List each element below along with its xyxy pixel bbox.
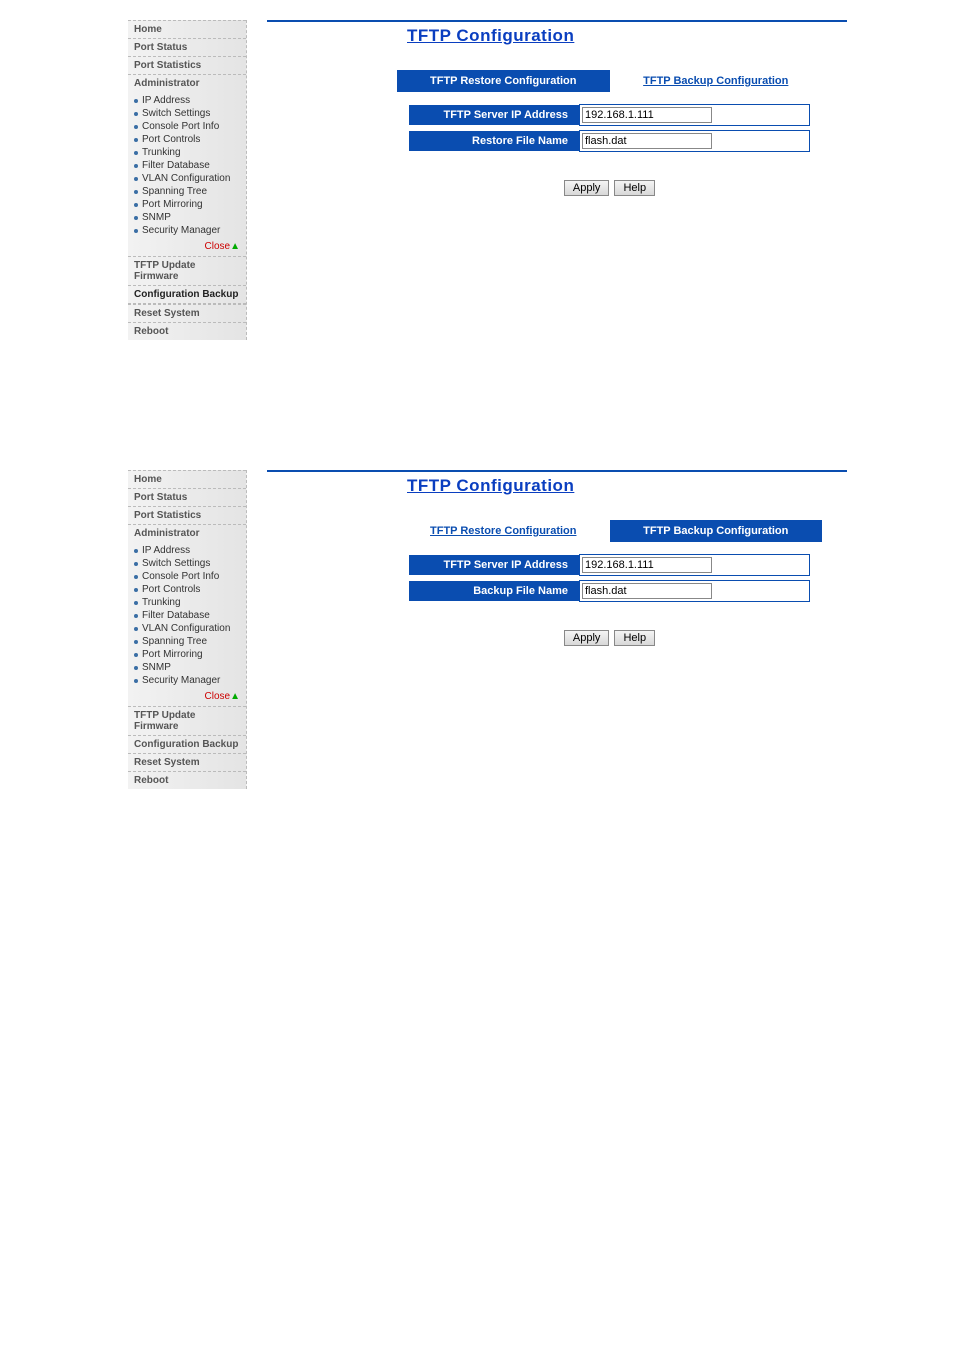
- content-scr1: TFTP Configuration TFTP Restore Configur…: [267, 470, 954, 646]
- nav-tftp-update-firmware[interactable]: TFTP Update Firmware: [128, 256, 246, 285]
- nav-switch-settings[interactable]: Switch Settings: [128, 107, 246, 120]
- nav-port-status[interactable]: Port Status: [128, 38, 246, 56]
- close-arrow-icon: ▲: [230, 691, 240, 702]
- help-button[interactable]: Help: [614, 180, 655, 196]
- tab-backup[interactable]: TFTP Backup Configuration: [610, 520, 823, 542]
- nav-reboot[interactable]: Reboot: [128, 322, 246, 340]
- label-tftp-server-ip: TFTP Server IP Address: [409, 555, 579, 575]
- help-button[interactable]: Help: [614, 630, 655, 646]
- sidebar: Home Port Status Port Statistics Adminis…: [128, 20, 247, 340]
- tab-backup[interactable]: TFTP Backup Configuration: [610, 70, 823, 92]
- top-rule: [267, 20, 847, 22]
- tabs-row: TFTP Restore Configuration TFTP Backup C…: [397, 70, 822, 92]
- apply-button[interactable]: Apply: [564, 630, 610, 646]
- input-restore-filename[interactable]: [582, 133, 712, 149]
- nav-spanning-tree[interactable]: Spanning Tree: [128, 185, 246, 198]
- top-rule: [267, 470, 847, 472]
- tabs-row: TFTP Restore Configuration TFTP Backup C…: [397, 520, 822, 542]
- tab-restore[interactable]: TFTP Restore Configuration: [397, 70, 610, 92]
- nav-snmp[interactable]: SNMP: [128, 211, 246, 224]
- close-arrow-icon: ▲: [230, 241, 240, 252]
- nav-filter-database[interactable]: Filter Database: [128, 609, 246, 622]
- nav-configuration-backup[interactable]: Configuration Backup: [128, 735, 246, 753]
- input-backup-filename[interactable]: [582, 583, 712, 599]
- nav-security-manager[interactable]: Security Manager: [128, 674, 246, 687]
- nav-snmp[interactable]: SNMP: [128, 661, 246, 674]
- nav-console-port-info[interactable]: Console Port Info: [128, 570, 246, 583]
- nav-port-controls[interactable]: Port Controls: [128, 133, 246, 146]
- nav-vlan-configuration[interactable]: VLAN Configuration: [128, 172, 246, 185]
- nav-ip-address[interactable]: IP Address: [128, 94, 246, 107]
- nav-vlan-configuration[interactable]: VLAN Configuration: [128, 622, 246, 635]
- nav-port-statistics[interactable]: Port Statistics: [128, 506, 246, 524]
- label-backup-filename: Backup File Name: [409, 581, 579, 601]
- input-tftp-server-ip[interactable]: [582, 107, 712, 123]
- nav-home[interactable]: Home: [128, 20, 246, 38]
- input-tftp-server-ip[interactable]: [582, 557, 712, 573]
- nav-tftp-update-firmware[interactable]: TFTP Update Firmware: [128, 706, 246, 735]
- nav-port-statistics[interactable]: Port Statistics: [128, 56, 246, 74]
- nav-reset-system[interactable]: Reset System: [128, 304, 246, 322]
- nav-console-port-info[interactable]: Console Port Info: [128, 120, 246, 133]
- nav-configuration-backup[interactable]: Configuration Backup: [128, 285, 246, 304]
- sidebar: Home Port Status Port Statistics Adminis…: [128, 470, 247, 789]
- nav-trunking[interactable]: Trunking: [128, 146, 246, 159]
- admin-submenu: IP Address Switch Settings Console Port …: [128, 542, 246, 689]
- label-tftp-server-ip: TFTP Server IP Address: [409, 105, 579, 125]
- nav-port-mirroring[interactable]: Port Mirroring: [128, 648, 246, 661]
- admin-submenu: IP Address Switch Settings Console Port …: [128, 92, 246, 239]
- page-title: TFTP Configuration: [407, 26, 954, 46]
- nav-ip-address[interactable]: IP Address: [128, 544, 246, 557]
- tab-restore[interactable]: TFTP Restore Configuration: [397, 520, 610, 542]
- close-menu[interactable]: Close▲: [128, 689, 246, 706]
- nav-port-controls[interactable]: Port Controls: [128, 583, 246, 596]
- nav-filter-database[interactable]: Filter Database: [128, 159, 246, 172]
- content-scr0: TFTP Configuration TFTP Restore Configur…: [267, 20, 954, 196]
- nav-administrator[interactable]: Administrator: [128, 74, 246, 92]
- close-menu[interactable]: Close▲: [128, 239, 246, 256]
- page-title: TFTP Configuration: [407, 476, 954, 496]
- nav-security-manager[interactable]: Security Manager: [128, 224, 246, 237]
- nav-reboot[interactable]: Reboot: [128, 771, 246, 789]
- nav-trunking[interactable]: Trunking: [128, 596, 246, 609]
- nav-administrator[interactable]: Administrator: [128, 524, 246, 542]
- nav-reset-system[interactable]: Reset System: [128, 753, 246, 771]
- nav-home[interactable]: Home: [128, 470, 246, 488]
- nav-switch-settings[interactable]: Switch Settings: [128, 557, 246, 570]
- apply-button[interactable]: Apply: [564, 180, 610, 196]
- label-restore-filename: Restore File Name: [409, 131, 579, 151]
- nav-port-mirroring[interactable]: Port Mirroring: [128, 198, 246, 211]
- nav-port-status[interactable]: Port Status: [128, 488, 246, 506]
- nav-spanning-tree[interactable]: Spanning Tree: [128, 635, 246, 648]
